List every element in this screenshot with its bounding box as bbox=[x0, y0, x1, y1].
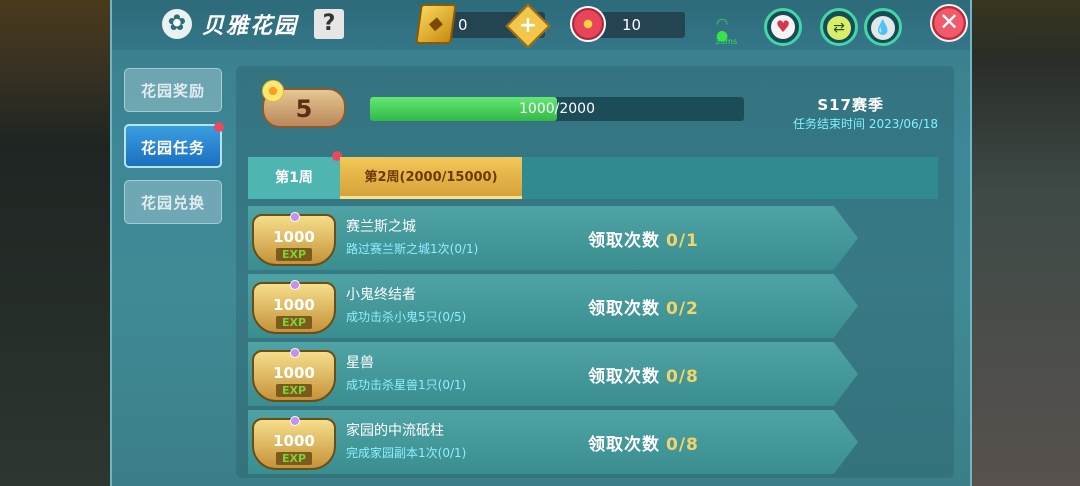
tab-garden-tasks[interactable]: 花园任务 bbox=[124, 122, 224, 168]
task-description: 成功击杀小鬼5只(0/5) bbox=[346, 310, 467, 324]
close-button[interactable]: ✕ bbox=[930, 4, 968, 42]
task-name: 小鬼终结者 bbox=[346, 287, 416, 303]
help-button[interactable]: ? bbox=[314, 9, 345, 39]
claim-count-value: 0/1 bbox=[666, 231, 699, 251]
exp-reward-badge: 1000 EXP bbox=[252, 416, 336, 470]
panel-header: ✿ 贝雅花园 ? 0 ◆ + 10 ◠ ● 33ms ♥ ⇄ 💧 ✕ bbox=[112, 0, 970, 50]
claim-count-value: 0/8 bbox=[666, 367, 699, 387]
claim-count: 领取次数 0/1 bbox=[588, 226, 699, 251]
claim-count: 领取次数 0/8 bbox=[588, 430, 699, 455]
ping-label: 33ms bbox=[715, 37, 738, 46]
reward-amount: 1000 bbox=[273, 296, 315, 314]
tab-garden-rewards[interactable]: 花园奖励 bbox=[124, 68, 222, 112]
task-row[interactable]: 1000 EXP 家园的中流砥柱 完成家园副本1次(0/1) 领取次数 0/8 bbox=[248, 410, 858, 474]
garden-panel: ✿ 贝雅花园 ? 0 ◆ + 10 ◠ ● 33ms ♥ ⇄ 💧 ✕ 花园奖励 花… bbox=[110, 0, 972, 486]
claim-count-value: 0/8 bbox=[666, 435, 699, 455]
exp-reward-badge: 1000 EXP bbox=[252, 280, 336, 334]
swap-button[interactable]: ⇄ bbox=[820, 8, 858, 46]
exp-reward-badge: 1000 EXP bbox=[252, 212, 336, 266]
gem-icon bbox=[290, 348, 300, 358]
gem-icon bbox=[290, 280, 300, 290]
reward-unit: EXP bbox=[276, 452, 312, 465]
flower-icon: ✿ bbox=[162, 9, 192, 39]
gold-crystal-icon: ◆ bbox=[415, 4, 457, 44]
reward-unit: EXP bbox=[276, 248, 312, 261]
claim-label: 领取次数 bbox=[588, 367, 660, 387]
task-row[interactable]: 1000 EXP 小鬼终结者 成功击杀小鬼5只(0/5) 领取次数 0/2 bbox=[248, 274, 858, 338]
claim-label: 领取次数 bbox=[588, 231, 660, 251]
season-title: S17赛季 bbox=[817, 96, 884, 114]
season-progress-text: 1000/2000 bbox=[519, 101, 595, 117]
task-row[interactable]: 1000 EXP 星兽 成功击杀星兽1只(0/1) 领取次数 0/8 bbox=[248, 342, 858, 406]
task-description: 路过赛兰斯之城1次(0/1) bbox=[346, 242, 479, 256]
claim-label: 领取次数 bbox=[588, 435, 660, 455]
background-right bbox=[970, 0, 1080, 486]
claim-count-value: 0/2 bbox=[666, 299, 699, 319]
task-row[interactable]: 1000 EXP 赛兰斯之城 路过赛兰斯之城1次(0/1) 领取次数 0/1 bbox=[248, 206, 858, 270]
swap-icon: ⇄ bbox=[827, 16, 851, 40]
reward-unit: EXP bbox=[276, 384, 312, 397]
tab-label: 花园任务 bbox=[140, 139, 205, 157]
task-name: 家园的中流砥柱 bbox=[346, 423, 444, 439]
flower-currency-icon bbox=[570, 6, 606, 42]
heart-button[interactable]: ♥ bbox=[764, 8, 802, 46]
gem-icon bbox=[290, 212, 300, 222]
title-wrap: ✿ 贝雅花园 ? bbox=[162, 8, 345, 40]
page-title: 贝雅花园 bbox=[202, 14, 299, 39]
task-name: 星兽 bbox=[346, 355, 374, 371]
task-content: 5 1000/2000 S17赛季 任务结束时间 2023/06/18 第1周 … bbox=[236, 66, 954, 478]
gem-icon bbox=[290, 416, 300, 426]
level-flower-icon bbox=[262, 80, 284, 102]
background-left bbox=[0, 0, 110, 486]
tab-garden-exchange[interactable]: 花园兑换 bbox=[124, 180, 222, 224]
close-icon: ✕ bbox=[938, 8, 960, 36]
add-gold-button[interactable]: + bbox=[505, 3, 551, 49]
drop-button[interactable]: 💧 bbox=[864, 8, 902, 46]
season-end-time: 任务结束时间 2023/06/18 bbox=[793, 117, 938, 131]
claim-label: 领取次数 bbox=[588, 299, 660, 319]
task-description: 完成家园副本1次(0/1) bbox=[346, 446, 467, 460]
tab-label: 花园兑换 bbox=[140, 194, 205, 212]
week-tabs: 第1周 第2周(2000/15000) bbox=[248, 151, 938, 199]
task-description: 成功击杀星兽1只(0/1) bbox=[346, 378, 467, 392]
tab-week-1[interactable]: 第1周 bbox=[248, 157, 340, 199]
task-list: 1000 EXP 赛兰斯之城 路过赛兰斯之城1次(0/1) 领取次数 0/1 10… bbox=[248, 206, 858, 478]
tab-week-2[interactable]: 第2周(2000/15000) bbox=[340, 157, 522, 199]
tab-label: 花园奖励 bbox=[140, 82, 205, 100]
heart-icon: ♥ bbox=[771, 15, 795, 39]
claim-count: 领取次数 0/8 bbox=[588, 362, 699, 387]
plus-icon: + bbox=[518, 13, 538, 38]
task-name: 赛兰斯之城 bbox=[346, 219, 416, 235]
drop-icon: 💧 bbox=[871, 16, 895, 40]
notification-dot bbox=[214, 122, 224, 132]
reward-unit: EXP bbox=[276, 316, 312, 329]
exp-reward-badge: 1000 EXP bbox=[252, 348, 336, 402]
claim-count: 领取次数 0/2 bbox=[588, 294, 699, 319]
reward-amount: 1000 bbox=[273, 432, 315, 450]
reward-amount: 1000 bbox=[273, 364, 315, 382]
reward-amount: 1000 bbox=[273, 228, 315, 246]
season-header: 5 1000/2000 S17赛季 任务结束时间 2023/06/18 bbox=[236, 66, 954, 150]
